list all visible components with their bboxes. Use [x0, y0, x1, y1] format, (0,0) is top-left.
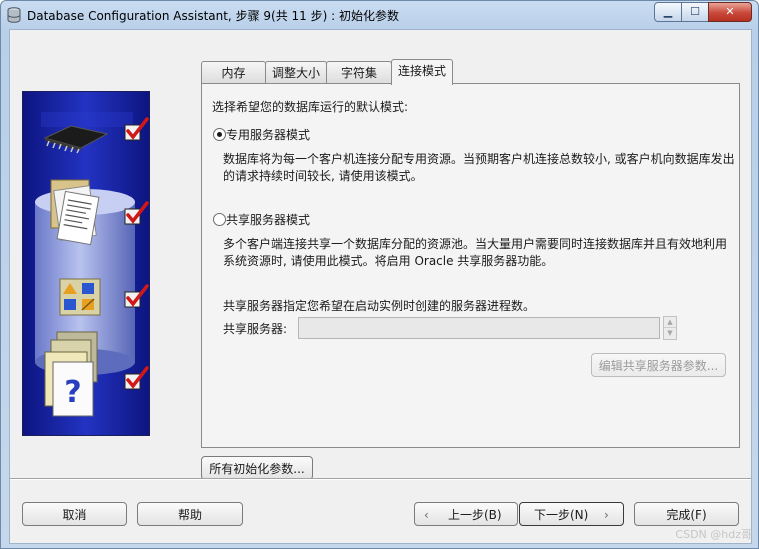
character-set-icon	[59, 278, 101, 316]
back-arrow-icon: ‹	[424, 508, 429, 522]
shared-server-radio[interactable]	[213, 213, 226, 226]
finish-button[interactable]: 完成(F)	[634, 502, 739, 526]
next-button-label: 下一步(N)	[534, 508, 589, 522]
maximize-button[interactable]: ☐	[681, 2, 709, 22]
app-icon	[7, 7, 21, 23]
dialog-client-area: ? 内存 调整大小 字符集 连接模式 选择希望您的数据库运行的默认模式: 专用服…	[9, 29, 752, 544]
svg-text:?: ?	[64, 375, 81, 410]
shared-server-description: 多个客户端连接共享一个数据库分配的资源池。当大量用户需要同时连接数据库并且有效地…	[223, 237, 728, 251]
minimize-button[interactable]: ▁	[654, 2, 682, 22]
documents-icon	[50, 179, 100, 246]
connection-mode-panel: 选择希望您的数据库运行的默认模式: 专用服务器模式 数据库将为每一个客户机连接分…	[201, 83, 740, 448]
tab-sizing[interactable]: 调整大小	[265, 61, 327, 84]
tab-character-sets[interactable]: 字符集	[326, 61, 392, 84]
help-document-icon: ?	[44, 331, 98, 417]
close-button[interactable]: ✕	[708, 2, 752, 22]
cancel-button[interactable]: 取消	[22, 502, 127, 526]
step-complete-check-icon	[124, 284, 149, 308]
memory-chip-icon	[43, 125, 109, 154]
next-button[interactable]: 下一步(N) ›	[519, 502, 624, 526]
next-arrow-icon: ›	[604, 508, 609, 522]
help-button[interactable]: 帮助	[137, 502, 243, 526]
watermark: CSDN @hdz哥	[675, 528, 752, 541]
dedicated-server-label[interactable]: 专用服务器模式	[226, 126, 310, 143]
tab-connection-mode[interactable]: 连接模式	[391, 59, 453, 85]
spin-down-icon[interactable]: ▼	[664, 328, 676, 338]
step-complete-check-icon	[124, 201, 149, 225]
all-init-params-button[interactable]: 所有初始化参数...	[201, 456, 313, 480]
window-title: Database Configuration Assistant, 步骤 9(共…	[27, 9, 399, 23]
step-complete-check-icon	[124, 366, 149, 390]
panel-heading: 选择希望您的数据库运行的默认模式:	[212, 100, 409, 114]
dedicated-server-description: 数据库将为每一个客户机连接分配专用资源。当预期客户机连接总数较小, 或客户机向数…	[223, 152, 735, 166]
shared-server-description: 系统资源时, 请使用此模式。将启用 Oracle 共享服务器功能。	[223, 254, 554, 268]
dbca-window: Database Configuration Assistant, 步骤 9(共…	[0, 0, 759, 549]
shared-server-label[interactable]: 共享服务器模式	[226, 211, 310, 228]
shared-servers-input[interactable]	[298, 317, 660, 339]
back-button[interactable]: ‹ 上一步(B)	[414, 502, 518, 526]
spin-up-icon[interactable]: ▲	[664, 317, 676, 328]
shared-servers-spinner[interactable]: ▲ ▼	[663, 316, 677, 340]
step-complete-check-icon	[124, 117, 149, 141]
dedicated-server-radio[interactable]	[213, 128, 226, 141]
title-bar[interactable]: Database Configuration Assistant, 步骤 9(共…	[1, 1, 758, 29]
back-button-label: 上一步(B)	[448, 508, 502, 522]
dedicated-server-description: 的请求持续时间较长, 请使用该模式。	[223, 169, 423, 183]
footer-divider	[10, 478, 751, 480]
edit-shared-server-params-button[interactable]: 编辑共享服务器参数...	[591, 353, 726, 377]
tab-memory[interactable]: 内存	[201, 61, 266, 84]
wizard-illustration: ?	[22, 91, 150, 436]
shared-servers-note: 共享服务器指定您希望在启动实例时创建的服务器进程数。	[223, 299, 536, 313]
shared-servers-label: 共享服务器:	[223, 322, 288, 336]
